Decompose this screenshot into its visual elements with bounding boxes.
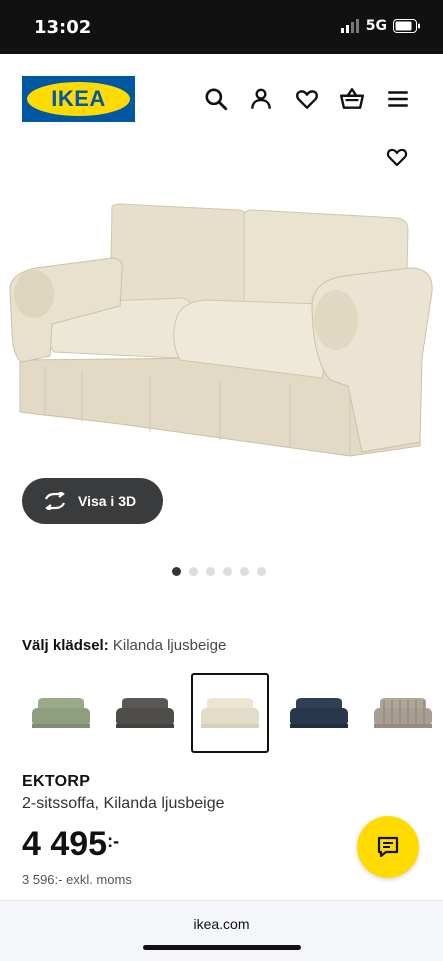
browser-url-bar[interactable]: ikea.com <box>0 900 443 961</box>
search-icon[interactable] <box>203 86 229 112</box>
product-description: 2-sitssoffa, Kilanda ljusbeige <box>22 795 225 812</box>
sofa-thumbnail <box>374 698 432 728</box>
fabric-swatch-dark-grey[interactable] <box>106 673 184 753</box>
product-image <box>9 203 433 457</box>
fabric-label: Välj klädsel: <box>22 637 109 654</box>
view-in-3d-button[interactable]: Visa i 3D <box>22 478 163 524</box>
fabric-swatch-light-beige-selected[interactable] <box>191 673 269 753</box>
battery-icon <box>393 19 420 33</box>
menu-icon[interactable] <box>385 86 411 112</box>
sofa-thumbnail <box>201 698 259 728</box>
gallery-dot[interactable] <box>189 567 198 576</box>
chat-button[interactable] <box>357 816 419 878</box>
fabric-value: Kilanda ljusbeige <box>112 637 227 654</box>
fabric-swatch-green[interactable] <box>22 673 100 753</box>
rotate-3d-icon <box>44 492 66 510</box>
chat-icon <box>377 836 399 858</box>
sofa-thumbnail <box>290 698 348 728</box>
favourite-heart-icon[interactable] <box>385 145 409 169</box>
price-value: 4 495 <box>22 825 108 863</box>
signal-icon <box>340 19 359 33</box>
price-excl-vat: 3 596:- exkl. moms <box>22 872 132 887</box>
home-indicator <box>143 945 301 950</box>
url-text: ikea.com <box>193 916 250 932</box>
network-type: 5G <box>365 18 387 34</box>
gallery-dot[interactable] <box>206 567 215 576</box>
fabric-swatch-striped[interactable] <box>364 673 442 753</box>
status-time: 13:02 <box>34 17 92 38</box>
ikea-logo[interactable]: IKEA <box>22 76 135 122</box>
user-icon[interactable] <box>248 86 274 112</box>
status-bar: 13:02 5G <box>0 0 443 54</box>
basket-icon[interactable] <box>339 86 365 112</box>
gallery-dot[interactable] <box>223 567 232 576</box>
gallery-pagination <box>172 567 266 576</box>
gallery-dot[interactable] <box>257 567 266 576</box>
logo-text: IKEA <box>51 86 106 111</box>
sofa-thumbnail <box>32 698 90 728</box>
sofa-thumbnail <box>116 698 174 728</box>
product-name: EKTORP <box>22 773 91 790</box>
gallery-dot[interactable] <box>240 567 249 576</box>
product-price: 4 495:- <box>22 825 119 864</box>
status-indicators: 5G <box>340 18 421 34</box>
fabric-swatch-dark-blue[interactable] <box>280 673 358 753</box>
gallery-dot[interactable] <box>172 567 181 576</box>
price-suffix: :- <box>107 831 120 851</box>
view-in-3d-label: Visa i 3D <box>78 493 137 509</box>
heart-icon[interactable] <box>294 86 320 112</box>
fabric-selector-label: Välj klädsel: Kilanda ljusbeige <box>22 637 226 654</box>
fabric-swatches <box>22 673 443 753</box>
site-header: IKEA <box>0 54 443 142</box>
